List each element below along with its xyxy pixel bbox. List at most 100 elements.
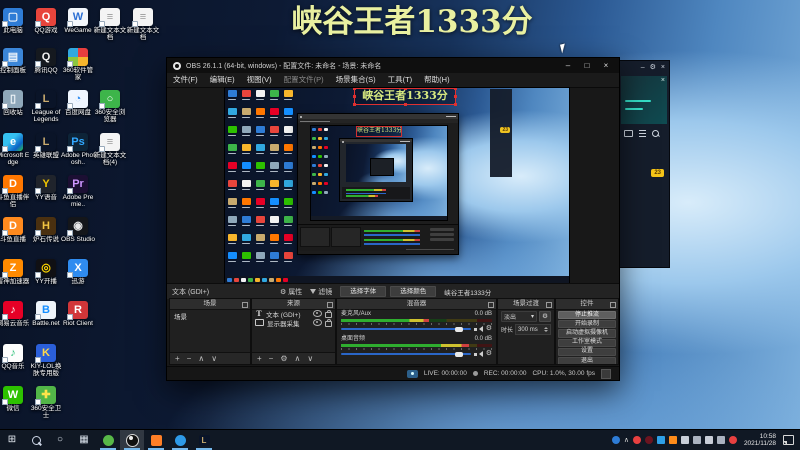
- control-button[interactable]: 开始录制: [558, 320, 616, 329]
- desktop-icon[interactable]: D 斗鱼直播伴侣: [0, 175, 30, 208]
- volume-slider-handle[interactable]: [455, 326, 464, 332]
- filters-button[interactable]: 滤镜: [310, 287, 332, 297]
- transition-select[interactable]: 淡出 ▾: [501, 311, 537, 322]
- properties-button[interactable]: ⚙ 属性: [280, 287, 302, 297]
- desktop-icon[interactable]: ♪ 网易云音乐: [0, 301, 30, 327]
- microphone-tray-icon[interactable]: [680, 436, 689, 444]
- lock-icon[interactable]: [325, 318, 332, 327]
- desktop-icon[interactable]: ✚ 360安全卫士: [29, 386, 63, 419]
- move-up-icon[interactable]: ∧: [295, 354, 301, 364]
- select-font-button[interactable]: 选择字体: [340, 286, 387, 297]
- app-wegame[interactable]: [144, 430, 168, 450]
- desktop-icon[interactable]: 360软件管家: [61, 48, 95, 81]
- cortana-button[interactable]: ○: [48, 430, 72, 450]
- app-douyu[interactable]: [168, 430, 192, 450]
- scene-item[interactable]: 场景: [170, 309, 250, 323]
- float-panel-icon[interactable]: [488, 301, 494, 308]
- volume-slider-handle[interactable]: [455, 351, 464, 357]
- camera-icon[interactable]: [624, 130, 633, 137]
- desktop-icon[interactable]: Q QQ游戏: [29, 8, 63, 34]
- gear-icon[interactable]: ⚙: [486, 325, 492, 333]
- scene-list[interactable]: 场景: [170, 309, 250, 353]
- move-down-icon[interactable]: ∨: [307, 354, 313, 364]
- desktop-icon[interactable]: L League of Legends: [29, 90, 63, 123]
- float-panel-icon[interactable]: [546, 301, 552, 308]
- desktop-icon[interactable]: ▤ 控制面板: [0, 48, 30, 74]
- search-icon[interactable]: [652, 130, 659, 137]
- desktop-icon[interactable]: L 英雄联盟: [29, 133, 63, 159]
- desktop-icon[interactable]: R Riot Client: [61, 301, 95, 327]
- move-up-icon[interactable]: ∧: [198, 354, 204, 364]
- lock-icon[interactable]: [325, 309, 332, 318]
- speaker-icon[interactable]: [473, 325, 483, 333]
- add-icon[interactable]: +: [175, 354, 180, 364]
- selection-handle[interactable]: [454, 95, 457, 98]
- float-panel-icon[interactable]: [242, 301, 248, 308]
- volume-tray-icon[interactable]: [704, 436, 713, 444]
- app-360[interactable]: [96, 430, 120, 450]
- tray-icon-blue-sq[interactable]: [656, 436, 665, 444]
- menu-item[interactable]: 帮助(H): [418, 73, 455, 87]
- desktop-icon[interactable]: H 炉石传说: [29, 217, 63, 243]
- tray-icon-orange[interactable]: [668, 436, 677, 444]
- desktop-icon[interactable]: ≡ 新建文本文档: [126, 8, 160, 41]
- search-button[interactable]: [24, 430, 48, 450]
- menu-item[interactable]: 工具(T): [382, 73, 419, 87]
- desktop-icon[interactable]: X 迅游: [61, 259, 95, 285]
- gear-icon[interactable]: ⚙: [486, 350, 492, 358]
- gear-icon[interactable]: ⚙: [280, 354, 287, 364]
- desktop-icon[interactable]: ◉ OBS Studio: [61, 217, 95, 243]
- network-tray-icon[interactable]: [716, 436, 725, 444]
- remove-icon[interactable]: −: [187, 354, 192, 364]
- volume-slider[interactable]: [341, 350, 471, 358]
- display-tray-icon[interactable]: [692, 436, 701, 444]
- menu-item[interactable]: 场景集合(S): [330, 73, 382, 87]
- tray-icon-red2[interactable]: [728, 436, 737, 444]
- visibility-eye-icon[interactable]: [313, 310, 322, 317]
- app-league-of-legends[interactable]: L: [192, 430, 216, 450]
- desktop-icon[interactable]: ▢ 此电脑: [0, 8, 30, 34]
- desktop-icon[interactable]: D 斗鱼直播: [0, 217, 30, 243]
- obs-preview[interactable]: 峡谷王者1333分 峡谷王者1333分 23: [224, 87, 570, 285]
- desktop-icon[interactable]: ◎ YY开播: [29, 259, 63, 285]
- selection-handle[interactable]: [353, 95, 356, 98]
- desktop-icon[interactable]: Z 雷神加速器: [0, 259, 30, 285]
- volume-slider[interactable]: [341, 325, 471, 333]
- minimize-icon[interactable]: –: [641, 64, 645, 71]
- promo-banner[interactable]: ×: [621, 76, 667, 124]
- spinner-arrows[interactable]: [544, 327, 548, 332]
- edge-tray-icon[interactable]: [611, 436, 620, 444]
- selection-handle[interactable]: [353, 103, 356, 106]
- list-icon[interactable]: [639, 130, 646, 137]
- move-down-icon[interactable]: ∨: [211, 354, 217, 364]
- windows-taskbar[interactable]: ⊞ ○ ▦ L ∧ 10:58 2021/11/28: [0, 429, 800, 450]
- desktop-icon[interactable]: ◔ 百度网盘: [61, 90, 95, 116]
- float-panel-icon[interactable]: [610, 301, 616, 308]
- menu-item[interactable]: 配置文件(P): [278, 73, 330, 87]
- close-icon[interactable]: ×: [661, 77, 665, 84]
- menu-item[interactable]: 视图(V): [241, 73, 278, 87]
- wegame-client-panel[interactable]: – ⚙ × × 23: [618, 60, 670, 268]
- tray-expand-arrow[interactable]: ∧: [624, 436, 629, 444]
- desktop-icon[interactable]: Pr Adobe Premie..: [61, 175, 95, 208]
- duration-spinner[interactable]: 300 ms: [515, 324, 551, 335]
- action-center-icon[interactable]: [783, 435, 794, 445]
- float-panel-icon[interactable]: [327, 301, 333, 308]
- close-icon[interactable]: ×: [661, 64, 665, 71]
- selection-handle[interactable]: [353, 88, 356, 90]
- selection-handle[interactable]: [404, 88, 407, 90]
- source-row[interactable]: 显示器采集: [252, 318, 335, 328]
- desktop-icon[interactable]: ○ 360安全浏览器: [93, 90, 127, 123]
- transition-gear-button[interactable]: ⚙: [539, 311, 551, 322]
- start-button[interactable]: ⊞: [0, 430, 24, 450]
- desktop-icon[interactable]: ≡ 新建文本文档(4): [93, 133, 127, 166]
- add-icon[interactable]: +: [257, 354, 262, 364]
- desktop-icon[interactable]: ▯ 回收站: [0, 90, 30, 116]
- desktop-icon[interactable]: W 微信: [0, 386, 30, 412]
- speaker-icon[interactable]: [473, 350, 483, 358]
- obs-titlebar[interactable]: OBS 26.1.1 (64-bit, windows) - 配置文件: 未命名…: [167, 58, 619, 73]
- selection-handle[interactable]: [454, 103, 457, 106]
- selection-handle[interactable]: [404, 103, 407, 106]
- visibility-eye-icon[interactable]: [313, 319, 322, 326]
- control-button[interactable]: 退出: [558, 356, 616, 364]
